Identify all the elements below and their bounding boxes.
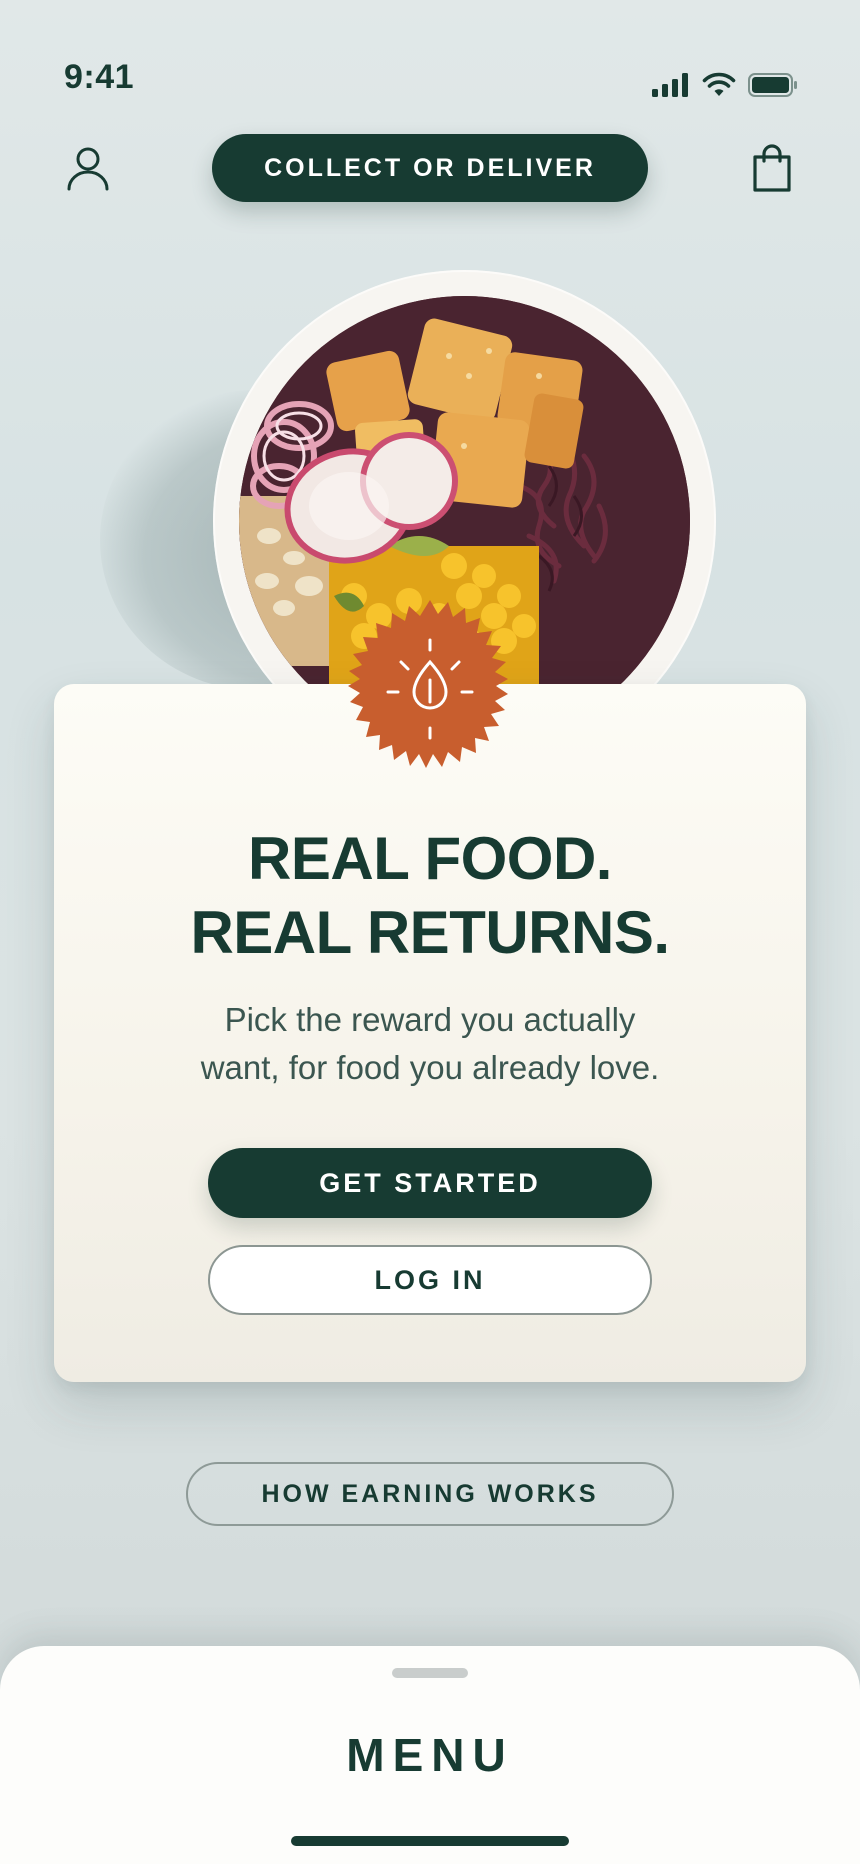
headline: REAL FOOD. REAL RETURNS. bbox=[54, 822, 806, 970]
menu-bottom-sheet[interactable]: MENU bbox=[0, 1646, 860, 1864]
how-earning-works-button[interactable]: HOW EARNING WORKS bbox=[186, 1462, 674, 1526]
subheading-line-1: Pick the reward you actually bbox=[224, 1001, 636, 1038]
status-icons bbox=[652, 72, 798, 98]
welcome-card: REAL FOOD. REAL RETURNS. Pick the reward… bbox=[54, 600, 806, 1382]
profile-button[interactable] bbox=[64, 144, 112, 192]
top-nav: COLLECT OR DELIVER bbox=[0, 132, 860, 204]
status-time: 9:41 bbox=[64, 58, 135, 96]
cellular-signal-icon bbox=[652, 73, 688, 97]
battery-icon bbox=[748, 73, 797, 97]
person-icon bbox=[67, 147, 109, 191]
sheet-drag-handle[interactable] bbox=[392, 1668, 468, 1678]
seed-sun-icon bbox=[348, 600, 508, 768]
headline-line-1: REAL FOOD. bbox=[248, 825, 612, 892]
collect-or-deliver-button[interactable]: COLLECT OR DELIVER bbox=[212, 134, 648, 202]
log-in-button[interactable]: LOG IN bbox=[208, 1245, 652, 1315]
get-started-button[interactable]: GET STARTED bbox=[208, 1148, 652, 1218]
home-indicator bbox=[291, 1836, 569, 1846]
status-bar: 9:41 bbox=[0, 0, 860, 110]
cart-button[interactable] bbox=[748, 142, 796, 194]
shopping-bag-icon bbox=[753, 144, 791, 192]
headline-line-2: REAL RETURNS. bbox=[190, 899, 670, 966]
menu-title[interactable]: MENU bbox=[0, 1728, 860, 1782]
wifi-icon bbox=[702, 72, 736, 96]
subheading-line-2: want, for food you already love. bbox=[200, 1049, 660, 1086]
subheading: Pick the reward you actually want, for f… bbox=[54, 996, 806, 1092]
